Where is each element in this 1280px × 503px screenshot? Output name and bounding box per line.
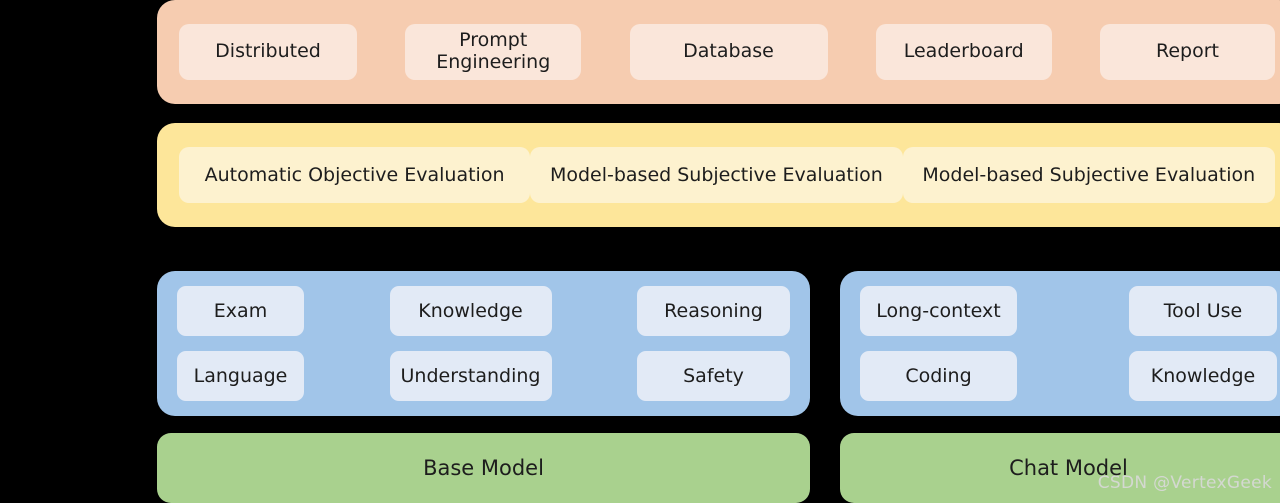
- chip-label: Database: [683, 40, 774, 63]
- chip-label: Long-context: [876, 300, 1001, 322]
- chip-automatic-objective-evaluation[interactable]: Automatic Objective Evaluation: [179, 147, 531, 203]
- chip-report[interactable]: Report: [1100, 24, 1275, 80]
- chip-label: Knowledge: [1150, 365, 1256, 387]
- base-model-capabilities-band: Exam Knowledge Reasoning Language Unders…: [157, 271, 810, 416]
- chip-label: Leaderboard: [903, 40, 1024, 63]
- chip-distributed[interactable]: Distributed: [179, 24, 357, 80]
- base-capability-row-1: Exam Knowledge Reasoning: [177, 286, 790, 336]
- chat-model-capabilities-band: Long-context Tool Use Coding Knowledge: [840, 271, 1280, 416]
- infrastructure-band: Distributed Prompt Engineering Database L…: [157, 0, 1280, 104]
- chip-label: Automatic Objective Evaluation: [204, 164, 505, 186]
- base-model-band[interactable]: Base Model: [157, 433, 810, 503]
- chip-label: Coding: [905, 365, 972, 387]
- evaluation-methods-band: Automatic Objective Evaluation Model-bas…: [157, 123, 1280, 227]
- chat-model-band[interactable]: Chat Model: [840, 433, 1280, 503]
- chip-label: Prompt Engineering: [436, 29, 551, 73]
- chip-label: Tool Use: [1163, 300, 1243, 322]
- base-capability-row-2: Language Understanding Safety: [177, 351, 790, 401]
- chat-capability-row-1: Long-context Tool Use: [860, 286, 1277, 336]
- chip-knowledge-chat[interactable]: Knowledge: [1129, 351, 1277, 401]
- chip-language[interactable]: Language: [177, 351, 304, 401]
- chip-label: Model-based Subjective Evaluation: [922, 164, 1256, 186]
- chip-reasoning[interactable]: Reasoning: [637, 286, 790, 336]
- chip-label: Distributed: [215, 40, 321, 63]
- chip-long-context[interactable]: Long-context: [860, 286, 1017, 336]
- chip-coding[interactable]: Coding: [860, 351, 1017, 401]
- chip-database[interactable]: Database: [629, 24, 828, 80]
- capabilities-row: Exam Knowledge Reasoning Language Unders…: [157, 271, 1280, 416]
- chip-model-based-subjective-evaluation-2[interactable]: Model-based Subjective Evaluation: [902, 147, 1275, 203]
- diagram-stack: Distributed Prompt Engineering Database L…: [157, 0, 1280, 503]
- chip-safety[interactable]: Safety: [637, 351, 790, 401]
- chip-knowledge-base[interactable]: Knowledge: [389, 286, 552, 336]
- chip-label: Knowledge: [418, 300, 523, 322]
- chip-model-based-subjective-evaluation-1[interactable]: Model-based Subjective Evaluation: [530, 147, 903, 203]
- chat-model-label: Chat Model: [1009, 456, 1128, 480]
- chip-label: Understanding: [400, 365, 541, 387]
- chip-exam[interactable]: Exam: [177, 286, 304, 336]
- model-types-row: Base Model Chat Model: [157, 433, 1280, 503]
- chip-label: Report: [1156, 40, 1219, 63]
- chip-leaderboard[interactable]: Leaderboard: [875, 24, 1052, 80]
- chip-understanding[interactable]: Understanding: [389, 351, 552, 401]
- chip-label: Model-based Subjective Evaluation: [549, 164, 883, 186]
- chip-label: Language: [193, 365, 288, 387]
- chip-label: Exam: [213, 300, 268, 322]
- chip-label: Reasoning: [664, 300, 763, 322]
- chip-prompt-engineering[interactable]: Prompt Engineering: [405, 24, 582, 80]
- chat-capability-row-2: Coding Knowledge: [860, 351, 1277, 401]
- chat-model-column: Long-context Tool Use Coding Knowledge: [840, 271, 1280, 416]
- chip-tool-use[interactable]: Tool Use: [1129, 286, 1277, 336]
- chip-label: Safety: [683, 365, 744, 387]
- base-model-label: Base Model: [423, 456, 544, 480]
- base-model-column: Exam Knowledge Reasoning Language Unders…: [157, 271, 810, 416]
